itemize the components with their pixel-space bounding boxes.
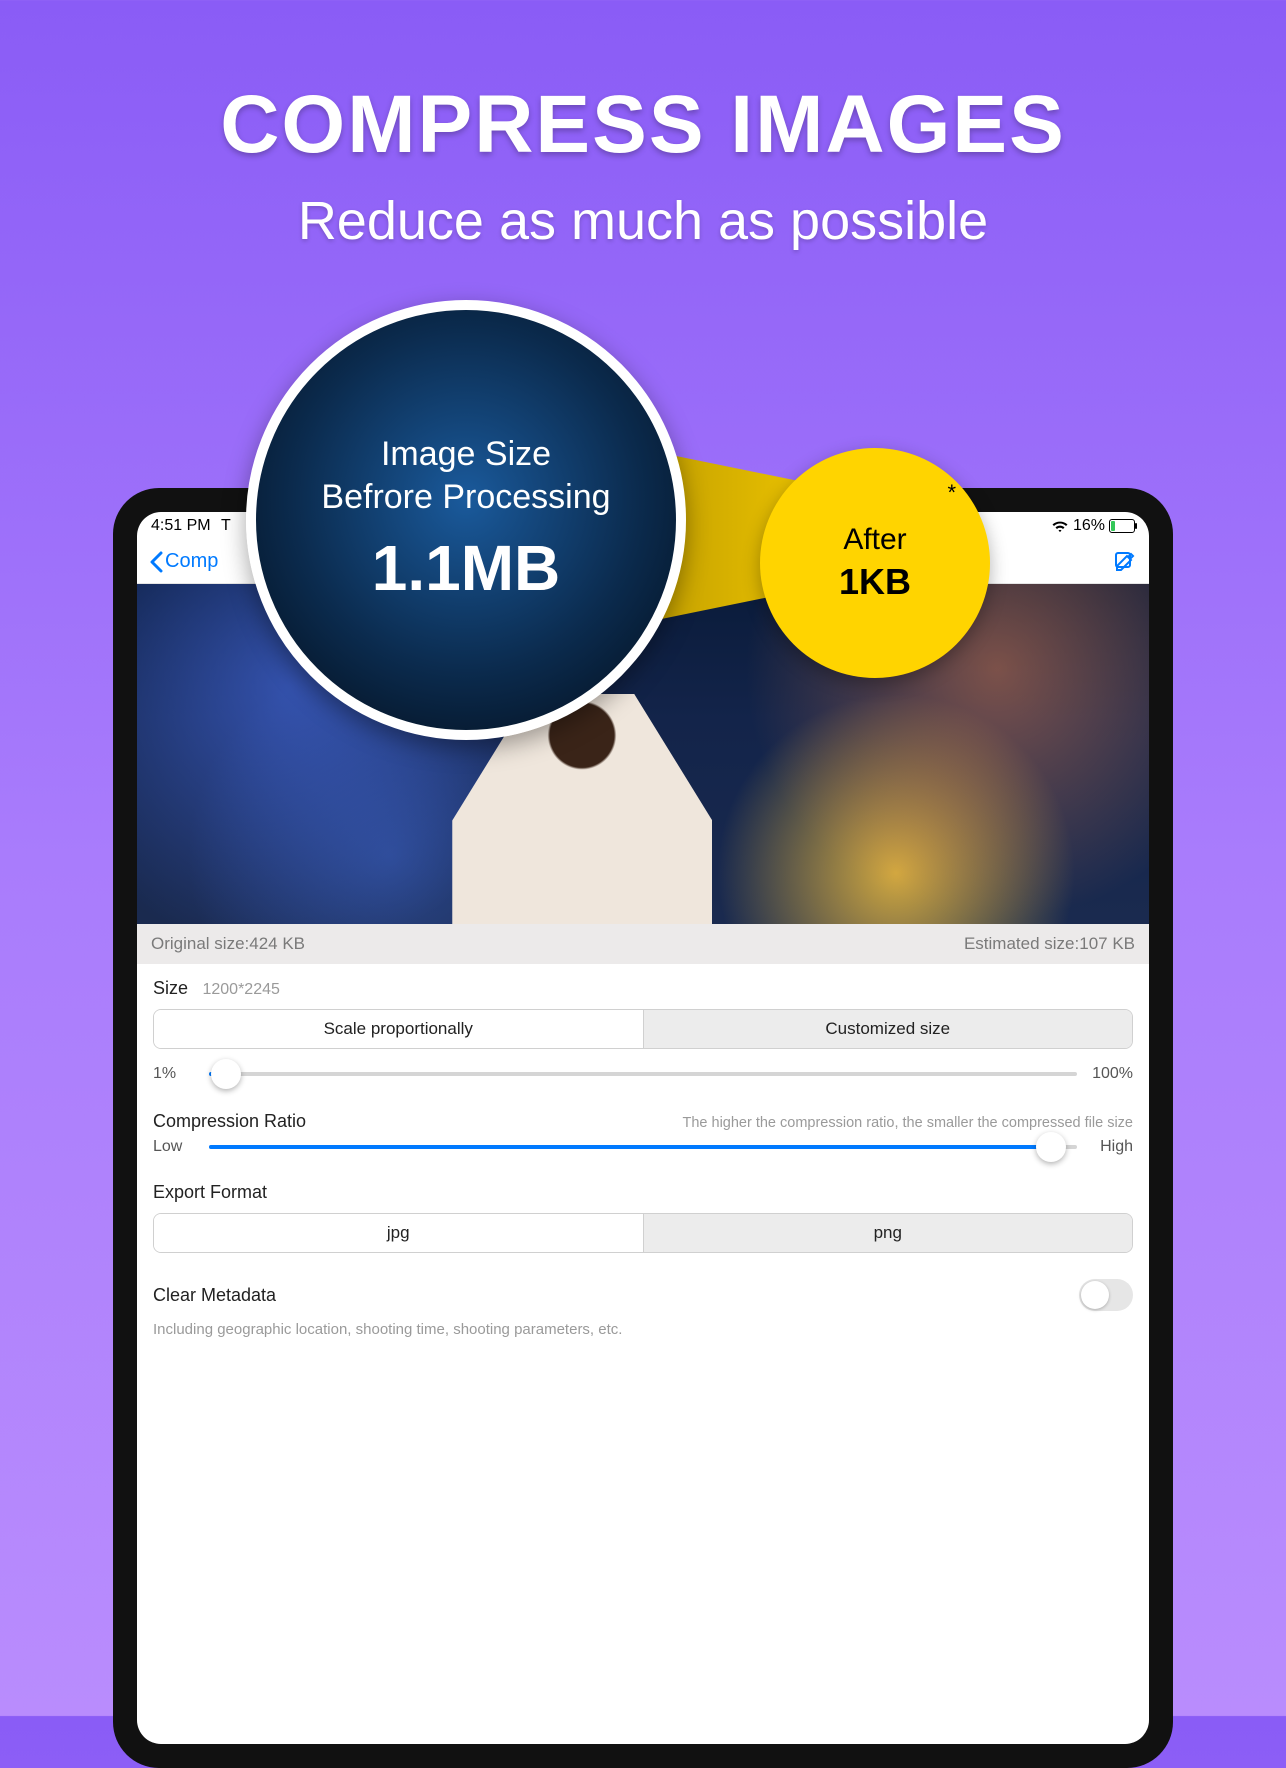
status-right: 16% <box>1051 517 1135 535</box>
asterisk: * <box>947 480 956 506</box>
status-extra: T <box>221 517 231 534</box>
before-line2: Befrore Processing <box>321 478 610 517</box>
compression-high: High <box>1087 1138 1133 1156</box>
size-max: 100% <box>1087 1065 1133 1083</box>
seg-customized-size[interactable]: Customized size <box>643 1010 1133 1048</box>
compression-header-row: Compression Ratio The higher the compres… <box>153 1111 1133 1132</box>
size-segmented: Scale proportionally Customized size <box>153 1009 1133 1049</box>
hero-title: COMPRESS IMAGES <box>0 78 1286 172</box>
compression-hint: The higher the compression ratio, the sm… <box>306 1115 1133 1131</box>
size-min: 1% <box>153 1065 199 1083</box>
wifi-icon <box>1051 519 1069 533</box>
app-screen: 4:51 PM T 16% Comp Original size:424 KB … <box>137 512 1149 1744</box>
seg-scale-proportionally[interactable]: Scale proportionally <box>154 1010 643 1048</box>
after-value: 1KB <box>839 561 911 603</box>
tablet-frame: 4:51 PM T 16% Comp Original size:424 KB … <box>113 488 1173 1768</box>
seg-png[interactable]: png <box>643 1214 1133 1252</box>
battery-percent: 16% <box>1073 517 1105 535</box>
size-info-bar: Original size:424 KB Estimated size:107 … <box>137 924 1149 964</box>
back-label: Comp <box>165 550 218 573</box>
status-left: 4:51 PM T <box>151 517 231 535</box>
size-slider[interactable] <box>209 1072 1077 1076</box>
compression-label: Compression Ratio <box>153 1111 306 1132</box>
footnote: * Actual result differs depending on the… <box>332 1620 954 1651</box>
hero-subtitle: Reduce as much as possible <box>0 190 1286 252</box>
chevron-left-icon <box>149 551 163 573</box>
size-label: Size <box>153 978 188 998</box>
size-section: Size 1200*2245 Scale proportionally Cust… <box>137 964 1149 1344</box>
size-slider-row: 1% 100% <box>153 1065 1133 1083</box>
before-line1: Image Size <box>381 435 551 474</box>
before-callout: Image Size Befrore Processing 1.1MB <box>246 300 686 740</box>
export-label: Export Format <box>153 1182 1133 1203</box>
hero: COMPRESS IMAGES Reduce as much as possib… <box>0 0 1286 252</box>
status-time: 4:51 PM <box>151 517 211 534</box>
compression-slider-row: Low High <box>153 1138 1133 1156</box>
after-callout: * After 1KB <box>760 448 990 678</box>
compose-icon[interactable] <box>1113 550 1137 574</box>
seg-jpg[interactable]: jpg <box>154 1214 643 1252</box>
metadata-desc: Including geographic location, shooting … <box>153 1321 1133 1338</box>
export-segmented: jpg png <box>153 1213 1133 1253</box>
metadata-label: Clear Metadata <box>153 1285 276 1306</box>
compression-slider[interactable] <box>209 1145 1077 1149</box>
compression-slider-thumb[interactable] <box>1036 1132 1066 1162</box>
metadata-row: Clear Metadata <box>153 1279 1133 1311</box>
size-dimensions: 1200*2245 <box>202 981 279 998</box>
compression-low: Low <box>153 1138 199 1156</box>
original-size: Original size:424 KB <box>151 934 305 954</box>
back-button[interactable]: Comp <box>149 550 218 573</box>
metadata-toggle[interactable] <box>1079 1279 1133 1311</box>
size-slider-thumb[interactable] <box>211 1059 241 1089</box>
after-label: After <box>843 523 906 557</box>
estimated-size: Estimated size:107 KB <box>964 934 1135 954</box>
battery-icon <box>1109 519 1135 533</box>
before-value: 1.1MB <box>372 531 561 605</box>
